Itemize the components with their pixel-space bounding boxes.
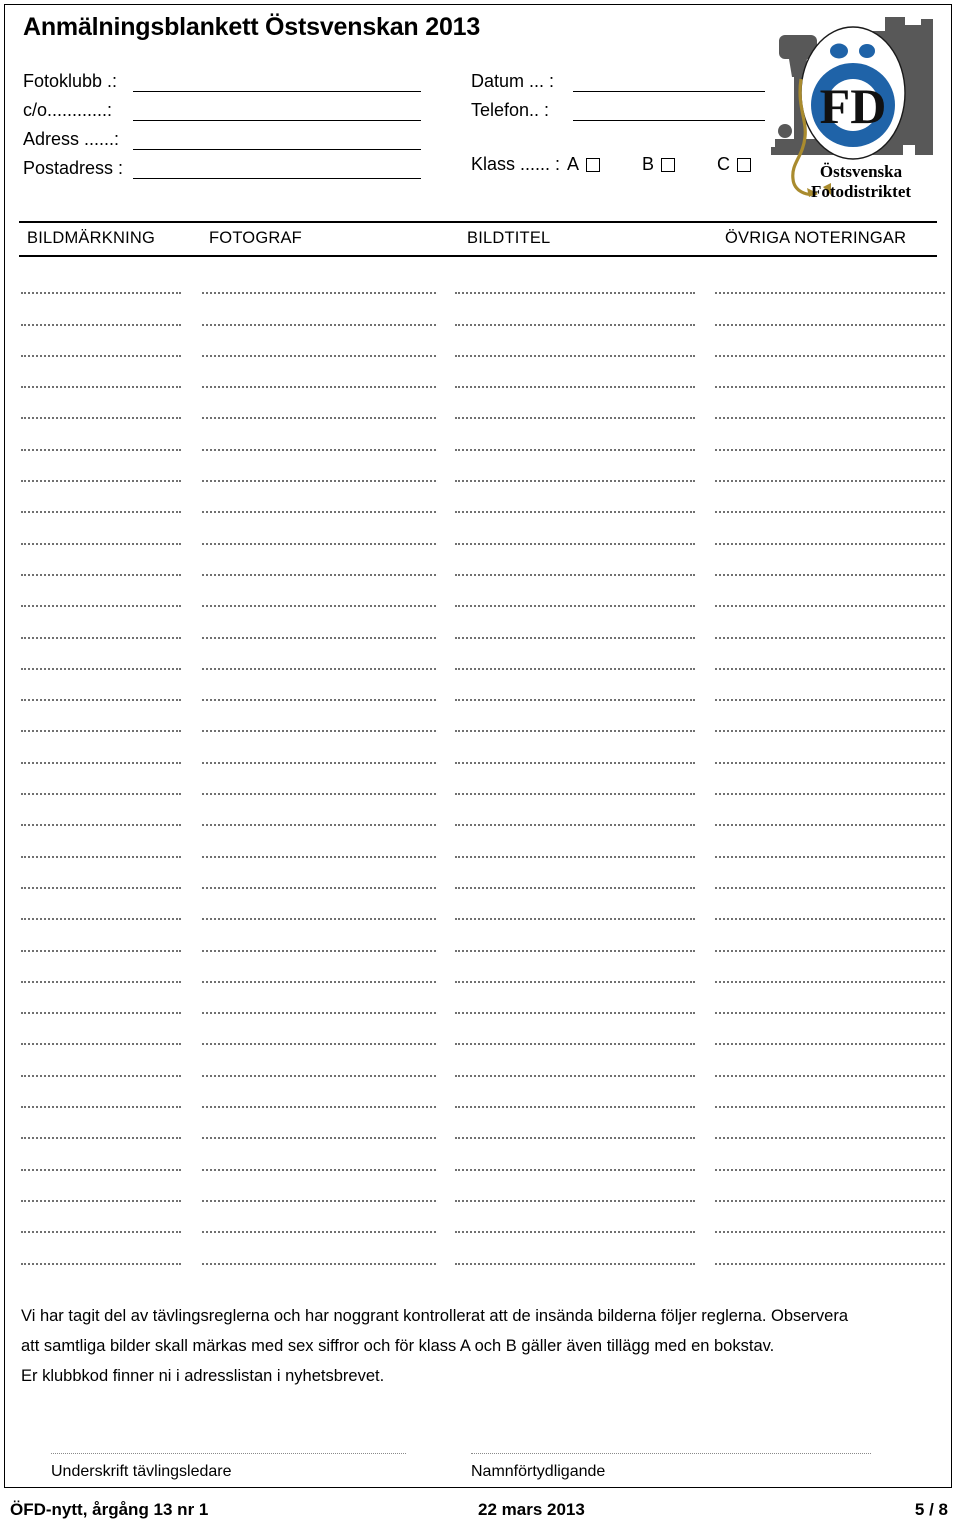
table-row[interactable] xyxy=(5,889,960,921)
signature-block-namnfortydligande[interactable]: Namnförtydligande xyxy=(471,1453,871,1481)
table-cell-rule[interactable] xyxy=(715,1262,945,1265)
field-datum[interactable]: Datum ... : xyxy=(471,63,765,92)
table-row[interactable] xyxy=(5,732,960,764)
field-adress[interactable]: Adress ......: xyxy=(23,121,421,150)
declaration-text: Vi har tagit del av tävlingsreglerna och… xyxy=(21,1301,931,1391)
field-label-klass: Klass ...... : xyxy=(471,154,561,174)
signature-caption-namnfortydligande: Namnförtydligande xyxy=(471,1463,606,1480)
field-telefon[interactable]: Telefon.. : xyxy=(471,92,765,121)
field-label-fotoklubb: Fotoklubb .: xyxy=(23,71,118,91)
table-row[interactable] xyxy=(5,952,960,983)
table-cell-rule[interactable] xyxy=(455,1262,695,1265)
table-row[interactable] xyxy=(5,1171,960,1202)
logo-monogram-text: FD xyxy=(820,78,887,134)
table-row[interactable] xyxy=(5,576,960,608)
klass-option-c[interactable]: C xyxy=(717,154,752,175)
checkbox-icon-klass-c[interactable] xyxy=(737,157,752,172)
column-header-bildtitel: BILDTITEL xyxy=(467,229,551,247)
field-input-co[interactable] xyxy=(133,101,421,121)
field-label-telefon: Telefon.. : xyxy=(471,100,550,120)
field-postadress[interactable]: Postadress : xyxy=(23,150,421,179)
field-label-adress: Adress ......: xyxy=(23,129,120,149)
table-row[interactable] xyxy=(5,826,960,858)
signature-block-tavlingsledare[interactable]: Underskrift tävlingsledare xyxy=(51,1453,406,1481)
table-row[interactable] xyxy=(5,670,960,702)
column-header-bildmarkning: BILDMÄRKNING xyxy=(27,229,156,247)
field-input-telefon[interactable] xyxy=(573,101,765,121)
field-input-postadress[interactable] xyxy=(133,159,421,179)
klass-option-b-label: B xyxy=(642,154,655,174)
table-row[interactable] xyxy=(5,920,960,952)
table-row[interactable] xyxy=(5,263,960,295)
klass-option-c-label: C xyxy=(717,154,731,174)
checkbox-icon-klass-b[interactable] xyxy=(661,157,676,172)
klass-option-b[interactable]: B xyxy=(642,154,676,175)
table-row[interactable] xyxy=(5,701,960,733)
table-row[interactable] xyxy=(5,294,960,326)
table-cell-rule[interactable] xyxy=(21,1262,181,1265)
klass-option-a-label: A xyxy=(567,154,580,174)
table-row[interactable] xyxy=(5,482,960,514)
field-label-datum: Datum ... : xyxy=(471,71,555,91)
declaration-line-2: att samtliga bilder skall märkas med sex… xyxy=(21,1337,775,1355)
field-label-co: c/o............: xyxy=(23,100,113,120)
table-row[interactable] xyxy=(5,1077,960,1109)
signature-caption-tavlingsledare: Underskrift tävlingsledare xyxy=(51,1463,232,1480)
table-row[interactable] xyxy=(5,388,960,420)
table-cell-rule[interactable] xyxy=(202,1262,436,1265)
table-row[interactable] xyxy=(5,545,960,576)
logo-name-line-1: Östsvenska xyxy=(820,162,903,181)
ostsvenska-fotodistriktet-logo: FD Östsvenska Fotodistriktet xyxy=(767,11,943,211)
table-row[interactable] xyxy=(5,357,960,389)
logo-name-line-2: Fotodistriktet xyxy=(811,182,911,201)
table-row[interactable] xyxy=(5,1202,960,1234)
table-row[interactable] xyxy=(5,513,960,545)
field-input-adress[interactable] xyxy=(133,130,421,150)
signature-line-tavlingsledare[interactable] xyxy=(51,1453,406,1454)
checkbox-icon-klass-a[interactable] xyxy=(586,157,601,172)
column-header-fotograf: FOTOGRAF xyxy=(209,229,302,247)
field-label-postadress: Postadress : xyxy=(23,158,124,178)
table-row[interactable] xyxy=(5,764,960,796)
entry-grid xyxy=(5,263,960,1273)
table-row[interactable] xyxy=(5,1045,960,1077)
table-row[interactable] xyxy=(5,419,960,451)
footer-publication: ÖFD-nytt, årgång 13 nr 1 xyxy=(10,1500,209,1519)
table-row[interactable] xyxy=(5,858,960,889)
field-input-datum[interactable] xyxy=(573,72,765,92)
table-row[interactable] xyxy=(5,1108,960,1140)
column-header-ovriga-noteringar: ÖVRIGA NOTERINGAR xyxy=(725,229,907,247)
table-column-headers: BILDMÄRKNING FOTOGRAF BILDTITEL ÖVRIGA N… xyxy=(19,221,937,257)
signature-line-namnfortydligande[interactable] xyxy=(471,1453,871,1454)
declaration-line-1: Vi har tagit del av tävlingsreglerna och… xyxy=(21,1307,849,1325)
page-footer: ÖFD-nytt, årgång 13 nr 1 22 mars 2013 5 … xyxy=(0,1500,960,1530)
field-fotoklubb[interactable]: Fotoklubb .: xyxy=(23,63,421,92)
table-row[interactable] xyxy=(5,451,960,483)
field-co[interactable]: c/o............: xyxy=(23,92,421,121)
table-row[interactable] xyxy=(5,795,960,827)
table-row[interactable] xyxy=(5,326,960,357)
table-row[interactable] xyxy=(5,607,960,639)
table-row[interactable] xyxy=(5,1014,960,1046)
page-title: Anmälningsblankett Östsvenskan 2013 xyxy=(23,13,481,41)
table-row[interactable] xyxy=(5,639,960,670)
table-row[interactable] xyxy=(5,983,960,1015)
page-frame: Anmälningsblankett Östsvenskan 2013 Foto… xyxy=(4,4,952,1488)
field-klass: Klass ...... : A B C xyxy=(471,150,752,179)
table-row[interactable] xyxy=(5,1233,960,1265)
signature-area: Underskrift tävlingsledare Namnförtydlig… xyxy=(5,1453,960,1505)
klass-option-a[interactable]: A xyxy=(567,154,601,175)
footer-page-number: 5 / 8 xyxy=(914,1500,948,1519)
table-row[interactable] xyxy=(5,1139,960,1171)
footer-date: 22 mars 2013 xyxy=(478,1500,585,1519)
field-input-fotoklubb[interactable] xyxy=(133,72,421,92)
declaration-line-3: Er klubbkod finner ni i adresslistan i n… xyxy=(21,1367,385,1385)
